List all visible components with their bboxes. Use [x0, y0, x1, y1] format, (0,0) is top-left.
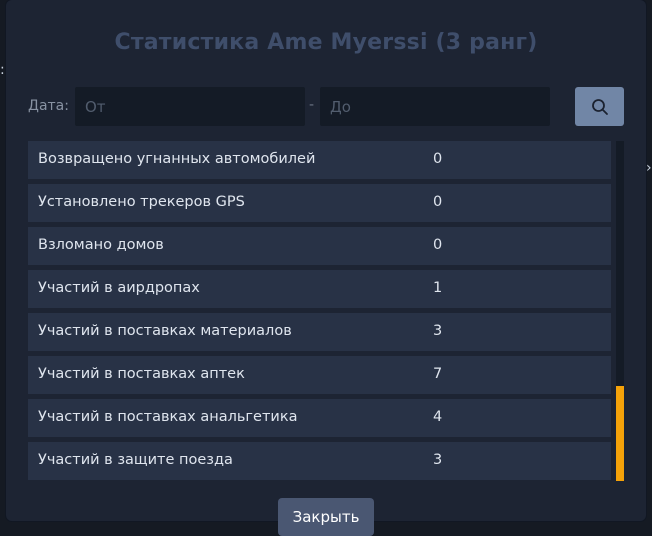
- backdrop-text-fragment: ›: [646, 160, 652, 176]
- stat-value: 1: [433, 280, 443, 296]
- list-item: Участий в поставках анальгетика 4: [28, 399, 611, 437]
- stat-label: Участий в аирдропах: [38, 280, 200, 296]
- stat-label: Возвращено угнанных автомобилей: [38, 151, 316, 167]
- date-from-input[interactable]: [75, 87, 305, 126]
- stat-value: 0: [433, 151, 443, 167]
- stat-label: Участий в защите поезда: [38, 452, 233, 468]
- stat-value: 3: [433, 452, 443, 468]
- date-range-dash: -: [309, 97, 315, 113]
- list-item: Возвращено угнанных автомобилей 0: [28, 141, 611, 179]
- close-button[interactable]: Закрыть: [278, 498, 374, 536]
- stat-label: Взломано домов: [38, 237, 164, 253]
- backdrop-text-fragment: :: [0, 62, 5, 78]
- date-label: Дата:: [28, 98, 69, 114]
- stat-value: 0: [433, 237, 443, 253]
- list-item: Установлено трекеров GPS 0: [28, 184, 611, 222]
- date-filter: Дата: -: [28, 87, 624, 126]
- list-item: Взломано домов 0: [28, 227, 611, 265]
- stat-value: 0: [433, 194, 443, 210]
- list-item: Участий в аирдропах 1: [28, 270, 611, 308]
- search-icon: [591, 98, 608, 115]
- scrollbar-track[interactable]: [616, 141, 624, 481]
- date-to-input[interactable]: [320, 87, 550, 126]
- stat-value: 4: [433, 409, 443, 425]
- stat-label: Участий в поставках аптек: [38, 366, 245, 382]
- stat-value: 7: [433, 366, 443, 382]
- list-item: Участий в поставках материалов 3: [28, 313, 611, 351]
- stat-value: 3: [433, 323, 443, 339]
- dialog-title: Статистика Ame Myerssi (3 ранг): [114, 30, 538, 55]
- search-button[interactable]: [575, 87, 624, 126]
- stat-label: Участий в поставках анальгетика: [38, 409, 298, 425]
- list-item: Участий в защите поезда 3: [28, 442, 611, 480]
- stat-label: Участий в поставках материалов: [38, 323, 292, 339]
- statistics-dialog: Статистика Ame Myerssi (3 ранг) Дата: - …: [6, 0, 646, 536]
- stats-list[interactable]: Возвращено угнанных автомобилей 0 Устано…: [28, 141, 611, 484]
- list-item: Участий в поставках аптек 7: [28, 356, 611, 394]
- stat-label: Установлено трекеров GPS: [38, 194, 245, 210]
- scrollbar-thumb[interactable]: [616, 386, 624, 481]
